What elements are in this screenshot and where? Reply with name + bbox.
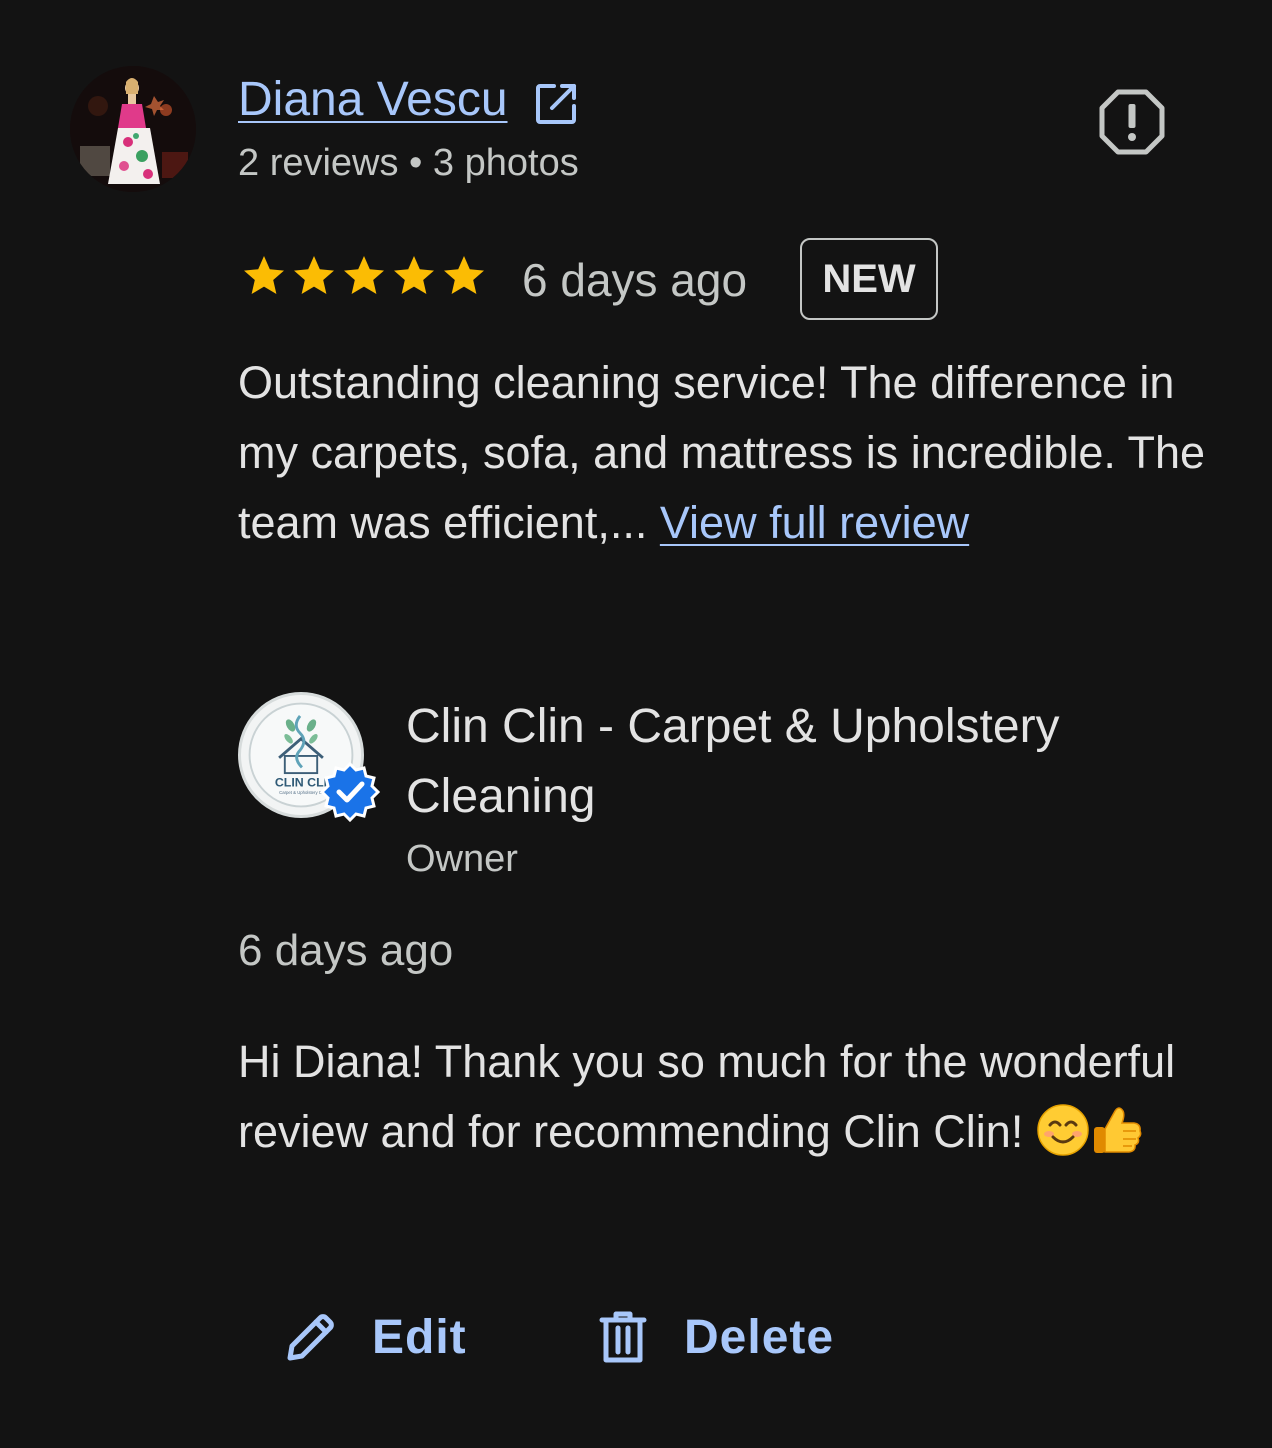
edit-label: Edit xyxy=(372,1310,467,1364)
owner-logo-subtext: Carpet & Upholstery Cl xyxy=(279,790,323,795)
owner-role: Owner xyxy=(406,838,518,880)
owner-name: Clin Clin - Carpet & Upholstery Cleaning xyxy=(406,700,1060,823)
reviewer-stats: 2 reviews • 3 photos xyxy=(238,142,579,184)
smiling-face-emoji-icon xyxy=(1037,1104,1089,1156)
delete-button[interactable]: Delete xyxy=(596,1302,834,1372)
star-icon xyxy=(344,256,384,294)
review-date: 6 days ago xyxy=(522,254,748,306)
star-icon xyxy=(294,256,334,294)
reviewer-name-link[interactable]: Diana Vescu xyxy=(238,70,508,130)
star-icon xyxy=(394,256,434,294)
report-icon[interactable] xyxy=(1098,88,1166,156)
star-rating xyxy=(240,252,488,304)
pencil-icon xyxy=(287,1314,334,1361)
thumbs-up-emoji-icon xyxy=(1093,1107,1142,1154)
reply-date: 6 days ago xyxy=(238,926,454,975)
trash-icon xyxy=(599,1311,647,1363)
open-in-new-icon[interactable] xyxy=(532,80,580,128)
view-full-review-link[interactable]: View full review xyxy=(660,497,969,548)
star-icon xyxy=(244,256,284,294)
new-badge: NEW xyxy=(800,238,938,320)
delete-label: Delete xyxy=(684,1310,835,1364)
edit-button[interactable]: Edit xyxy=(284,1302,467,1372)
reviewer-avatar[interactable] xyxy=(70,66,196,192)
star-icon xyxy=(444,256,484,294)
review-text: Outstanding cleaning service! The differ… xyxy=(238,348,1208,558)
verified-badge-icon xyxy=(319,761,381,823)
reply-body: Hi Diana! Thank you so much for the wond… xyxy=(238,1036,1176,1157)
reply-text: Hi Diana! Thank you so much for the wond… xyxy=(238,1027,1218,1167)
